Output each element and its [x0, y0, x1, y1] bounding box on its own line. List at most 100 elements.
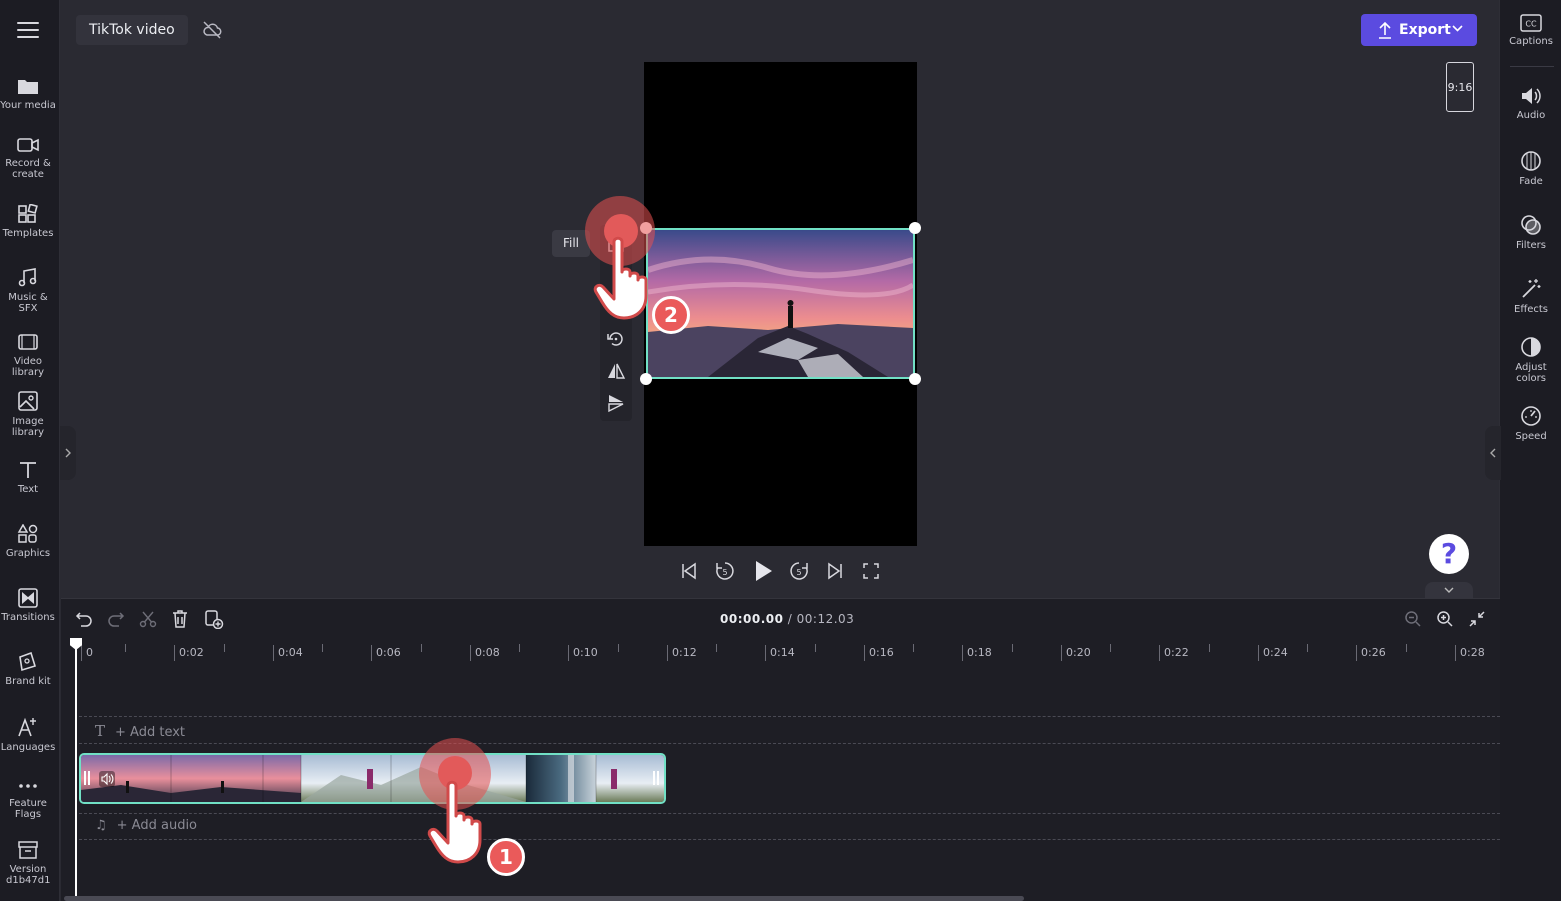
- ruler-tick: [1209, 644, 1210, 652]
- time-separator: /: [783, 612, 797, 626]
- sidebar-item-audio[interactable]: Audio: [1500, 86, 1561, 121]
- add-text-track[interactable]: T + Add text: [95, 722, 185, 740]
- sidebar-item-templates[interactable]: Templates: [0, 204, 56, 239]
- ruler-tick: [1110, 644, 1111, 652]
- fullscreen-icon[interactable]: [862, 562, 880, 580]
- ruler-tick: [322, 644, 323, 652]
- timeline-scrollbar[interactable]: [64, 896, 1024, 901]
- hand-pointer-icon: [427, 780, 482, 864]
- add-audio-track[interactable]: ♫ + Add audio: [95, 818, 197, 833]
- ruler-label: 0:18: [962, 645, 992, 661]
- ruler-tick: [1406, 644, 1407, 652]
- right-sidebar: CC Captions Audio Fade Filters Effects A…: [1499, 0, 1561, 901]
- text-icon: [20, 462, 36, 478]
- playback-controls: 5 5: [674, 558, 884, 584]
- fit-timeline-icon[interactable]: [1468, 610, 1486, 628]
- clip-trim-handle-right[interactable]: [653, 771, 659, 785]
- clip-trim-handle-left[interactable]: [84, 771, 90, 785]
- playhead-line[interactable]: [75, 640, 77, 901]
- chevron-down-icon: [1452, 25, 1463, 32]
- sidebar-item-fade[interactable]: Fade: [1500, 150, 1561, 187]
- ruler-label: 0:14: [765, 645, 795, 661]
- svg-text:5: 5: [796, 568, 801, 577]
- flip-vertical-icon[interactable]: [606, 393, 626, 413]
- skip-to-start-icon[interactable]: [680, 562, 698, 580]
- sidebar-item-adjust-colors[interactable]: Adjust colors: [1500, 336, 1561, 384]
- sidebar-item-your-media[interactable]: Your media: [0, 76, 56, 111]
- ruler-label: 0:28: [1455, 645, 1485, 661]
- ruler-tick: [913, 644, 914, 652]
- ruler-label: 0:04: [273, 645, 303, 661]
- sidebar-item-music-sfx[interactable]: Music & SFX: [0, 268, 56, 314]
- filters-icon: [1521, 215, 1541, 235]
- flip-horizontal-icon[interactable]: [606, 361, 626, 381]
- trash-icon[interactable]: [171, 609, 189, 629]
- wand-icon: [1522, 279, 1541, 298]
- rewind-5-icon[interactable]: 5: [714, 560, 736, 582]
- music-icon: [18, 268, 37, 287]
- sidebar-item-filters[interactable]: Filters: [1500, 214, 1561, 251]
- image-icon: [18, 391, 38, 411]
- ruler-label: 0:08: [470, 645, 500, 661]
- sidebar-item-captions[interactable]: CC Captions: [1500, 14, 1561, 47]
- export-button[interactable]: Export: [1361, 14, 1477, 46]
- play-icon[interactable]: [752, 559, 774, 583]
- duplicate-icon[interactable]: [204, 609, 224, 629]
- transition-icon: [18, 588, 38, 608]
- fade-icon: [1521, 151, 1541, 171]
- track-divider: [79, 813, 1500, 814]
- undo-icon[interactable]: [75, 610, 93, 628]
- right-panel-collapse-handle[interactable]: [1485, 426, 1501, 480]
- ruler-tick: [125, 644, 126, 652]
- film-icon: [18, 334, 38, 350]
- left-panel-expand-handle[interactable]: [60, 426, 76, 480]
- sidebar-item-speed[interactable]: Speed: [1500, 405, 1561, 442]
- cloud-offline-icon[interactable]: [202, 20, 222, 40]
- aspect-ratio-button[interactable]: 9:16: [1446, 62, 1474, 112]
- sidebar-item-record-create[interactable]: Record & create: [0, 136, 56, 180]
- time-readout: 00:00.00 / 00:12.03: [720, 612, 854, 626]
- video-clip-track-item[interactable]: [79, 753, 666, 804]
- sidebar-item-version: Version d1b47d1: [0, 840, 56, 886]
- step-badge-1: 1: [487, 838, 525, 876]
- rotate-icon[interactable]: [606, 329, 626, 349]
- forward-5-icon[interactable]: 5: [788, 560, 810, 582]
- skip-to-end-icon[interactable]: [826, 562, 844, 580]
- redo-icon[interactable]: [107, 610, 125, 628]
- archive-icon: [18, 841, 38, 859]
- current-time: 00:00.00: [720, 612, 784, 626]
- resize-handle-bottom-right[interactable]: [909, 373, 921, 385]
- ruler-label: 0:06: [371, 645, 401, 661]
- speaker-icon[interactable]: [99, 771, 115, 787]
- zoom-in-icon[interactable]: [1436, 610, 1454, 628]
- project-title-input[interactable]: TikTok video: [76, 15, 188, 45]
- left-sidebar: Your media Record & create Templates Mus…: [0, 0, 60, 901]
- ruler-tick: [1307, 644, 1308, 652]
- zoom-out-icon[interactable]: [1404, 610, 1422, 628]
- sidebar-item-languages[interactable]: Languages: [0, 716, 56, 753]
- sidebar-item-feature-flags[interactable]: Feature Flags: [0, 780, 56, 820]
- ruler-tick: [421, 644, 422, 652]
- contrast-icon: [1521, 337, 1541, 357]
- add-audio-label: + Add audio: [116, 818, 198, 833]
- sidebar-item-transitions[interactable]: Transitions: [0, 588, 56, 623]
- ruler-tick: [716, 644, 717, 652]
- collapse-timeline-tab[interactable]: [1425, 582, 1473, 598]
- sidebar-item-video-library[interactable]: Video library: [0, 332, 56, 378]
- help-button[interactable]: ?: [1429, 534, 1469, 574]
- sidebar-item-graphics[interactable]: Graphics: [0, 524, 56, 559]
- speaker-icon: [1522, 88, 1541, 104]
- sidebar-item-image-library[interactable]: Image library: [0, 390, 56, 438]
- hamburger-menu-icon[interactable]: [17, 22, 39, 38]
- resize-handle-top-right[interactable]: [909, 222, 921, 234]
- sidebar-item-brand-kit[interactable]: Brand kit: [0, 652, 56, 687]
- ruler-label: 0:10: [568, 645, 598, 661]
- speed-icon: [1521, 406, 1541, 426]
- timeline-ruler[interactable]: 0 0:02 0:04 0:06 0:08 0:10 0:12 0:14 0:1…: [61, 640, 1500, 666]
- ruler-label: 0:12: [667, 645, 697, 661]
- sidebar-item-text[interactable]: Text: [0, 460, 56, 495]
- camera-icon: [17, 138, 39, 152]
- sidebar-item-effects[interactable]: Effects: [1500, 278, 1561, 315]
- resize-handle-bottom-left[interactable]: [640, 373, 652, 385]
- scissors-icon[interactable]: [139, 610, 157, 628]
